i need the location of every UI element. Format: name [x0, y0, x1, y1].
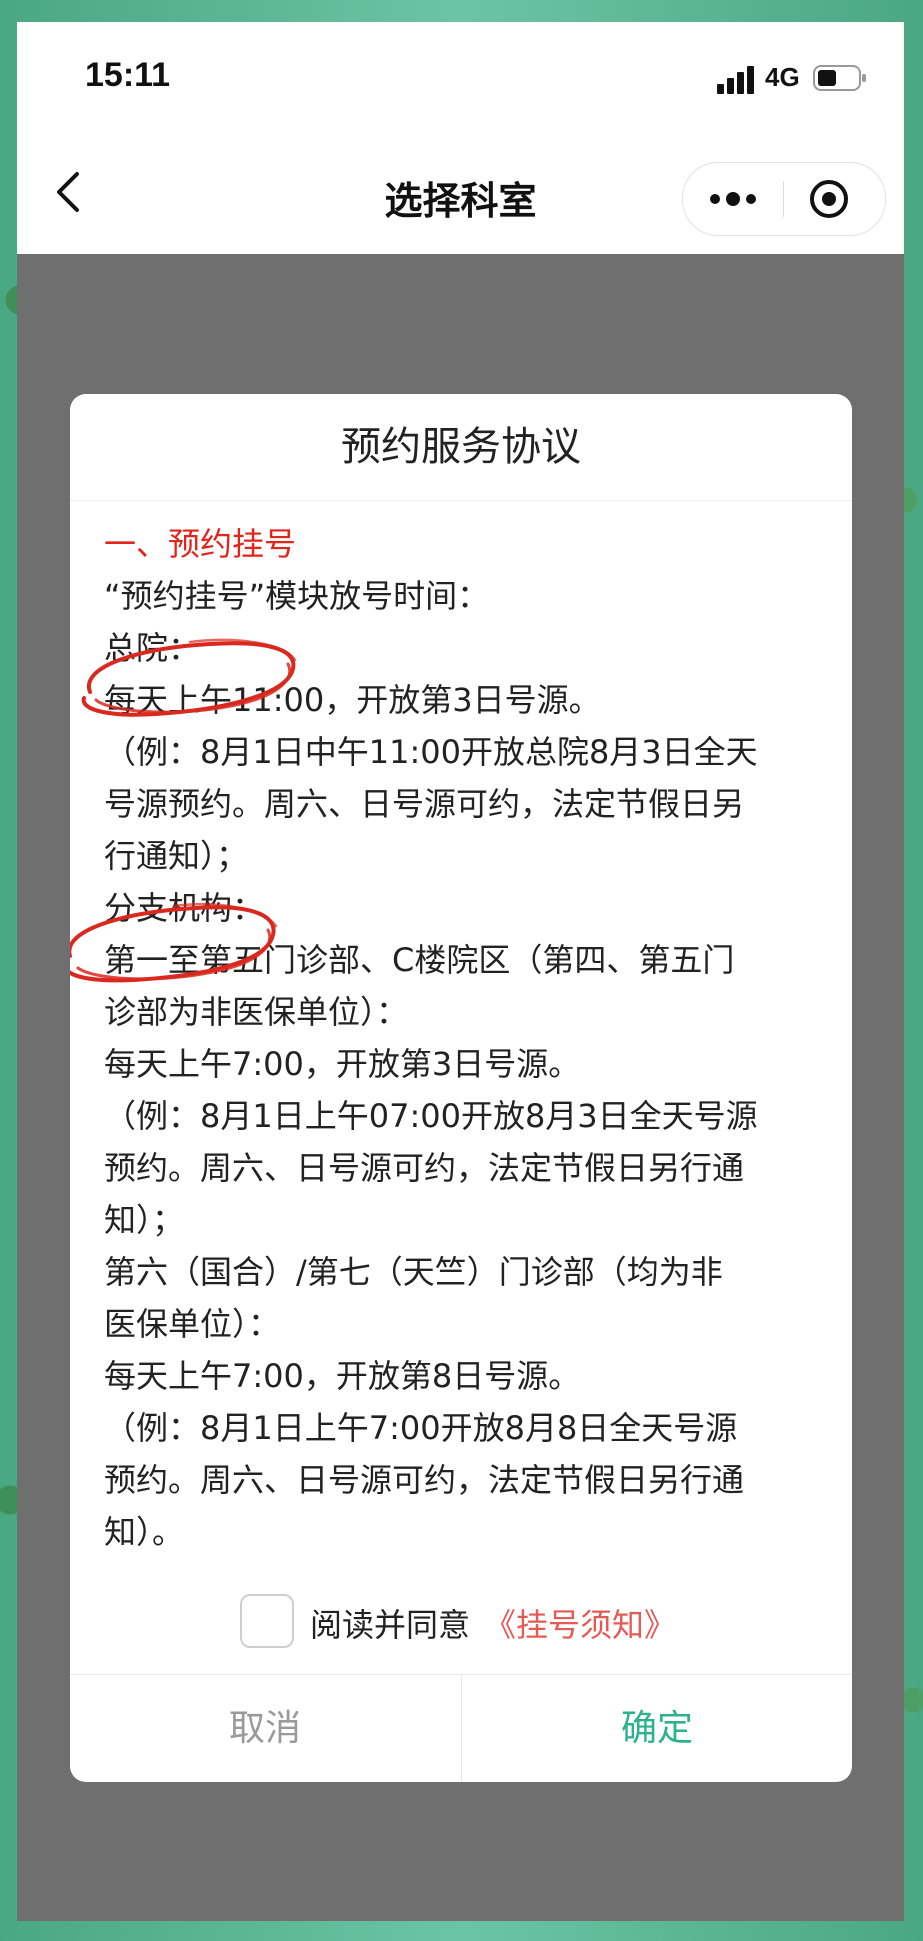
nav-bar: 选择科室: [17, 132, 904, 254]
registration-notice-link[interactable]: 《挂号须知》: [484, 1606, 676, 1644]
battery-icon: [813, 65, 866, 91]
signal-icon: [717, 66, 754, 94]
agree-row: 阅读并同意 《挂号须知》: [70, 1592, 852, 1652]
agreement-line: 第六（国合）/第七（天竺）门诊部（均为非: [104, 1253, 723, 1291]
status-bar: 15:11 4G: [17, 22, 904, 132]
agreement-line: “预约挂号”模块放号时间：: [104, 577, 490, 615]
network-type: 4G: [765, 62, 800, 92]
capsule-divider: [783, 181, 784, 217]
agreement-line: 第一至第五门诊部、C楼院区（第四、第五门: [104, 941, 735, 979]
agreement-line: 号源预约。周六、日号源可约，法定节假日另: [104, 785, 745, 823]
agreement-dialog: 预约服务协议 一、预约挂号 “预约挂号”模块放号时间： 总院： 每天上午11:0…: [70, 394, 852, 1782]
agree-text: 阅读并同意 《挂号须知》: [310, 1600, 676, 1646]
agreement-line: 每天上午7:00，开放第8日号源。: [104, 1357, 581, 1395]
more-dots-icon[interactable]: [701, 177, 765, 221]
agree-label: 阅读并同意: [310, 1606, 471, 1644]
agreement-line: （例：8月1日上午07:00开放8月3日全天号源: [104, 1097, 758, 1135]
agreement-line: （例：8月1日中午11:00开放总院8月3日全天: [104, 733, 758, 771]
confirm-button[interactable]: 确定: [462, 1675, 852, 1782]
agreement-line: 行通知）；: [104, 837, 249, 875]
agreement-line: 诊部为非医保单位）：: [104, 993, 409, 1031]
dialog-footer: 取消 确定: [70, 1674, 852, 1782]
cancel-button[interactable]: 取消: [70, 1675, 460, 1782]
agreement-line: 预约。周六、日号源可约，法定节假日另行通: [104, 1149, 745, 1187]
mini-program-capsule: [682, 162, 886, 236]
phone-screen: 15:11 4G 选择科室 预约服务协议 一、预约挂号 “预约挂号”模块放号时间…: [17, 22, 904, 1921]
status-time: 15:11: [85, 56, 171, 94]
agreement-line: 预约。周六、日号源可约，法定节假日另行通: [104, 1461, 745, 1499]
agreement-line: 每天上午7:00，开放第3日号源。: [104, 1045, 581, 1083]
section-heading: 一、预约挂号: [104, 525, 297, 563]
agree-checkbox[interactable]: [240, 1594, 294, 1648]
agreement-line-branches: 分支机构：: [104, 889, 265, 927]
agreement-line: 知）；: [104, 1201, 185, 1239]
agreement-line: 医保单位）：: [104, 1305, 281, 1343]
agreement-line: 知）。: [104, 1513, 185, 1551]
dialog-title: 预约服务协议: [70, 394, 852, 501]
agreement-line: （例：8月1日上午7:00开放8月8日全天号源: [104, 1409, 738, 1447]
agreement-line-main-hospital: 总院：: [104, 629, 201, 667]
agreement-line: 每天上午11:00，开放第3日号源。: [104, 681, 601, 719]
agreement-content: 一、预约挂号 “预约挂号”模块放号时间： 总院： 每天上午11:00，开放第3日…: [104, 518, 820, 1558]
target-circle-icon[interactable]: [807, 177, 851, 221]
